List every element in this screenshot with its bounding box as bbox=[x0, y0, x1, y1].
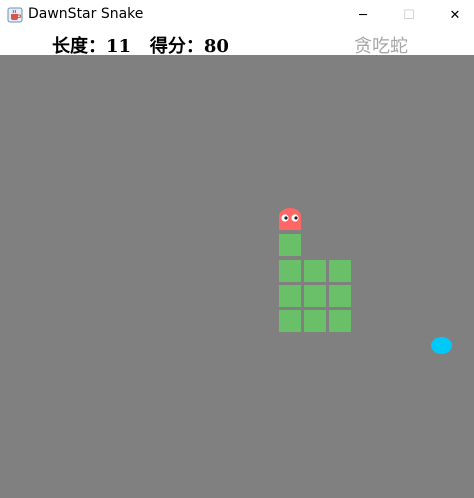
snake-segment bbox=[279, 260, 301, 282]
snake-segment bbox=[304, 260, 326, 282]
food-pellet bbox=[431, 337, 452, 354]
game-board[interactable] bbox=[0, 55, 474, 498]
length-label: 长度： bbox=[52, 36, 106, 57]
snake-segment bbox=[279, 310, 301, 332]
minimize-button[interactable]: ─ bbox=[340, 0, 386, 31]
close-button[interactable]: ✕ bbox=[432, 0, 474, 31]
length-value: 11 bbox=[106, 36, 132, 57]
snake-segment bbox=[329, 285, 351, 307]
window-titlebar[interactable]: DawnStar Snake ─ ☐ ✕ bbox=[0, 0, 474, 31]
java-app-icon bbox=[7, 7, 23, 23]
maximize-button[interactable]: ☐ bbox=[386, 0, 432, 31]
score-header: 长度：11 得分：80 贪吃蛇 bbox=[0, 31, 474, 57]
snake-segment bbox=[329, 260, 351, 282]
snake-segment bbox=[329, 310, 351, 332]
snake-segment bbox=[279, 285, 301, 307]
score-label: 得分： bbox=[149, 36, 204, 57]
window-title: DawnStar Snake bbox=[28, 6, 144, 22]
snake-segment bbox=[304, 285, 326, 307]
snake-segment bbox=[279, 234, 301, 256]
snake-head bbox=[279, 208, 301, 230]
score-value: 80 bbox=[203, 36, 229, 57]
snake-segment bbox=[304, 310, 326, 332]
